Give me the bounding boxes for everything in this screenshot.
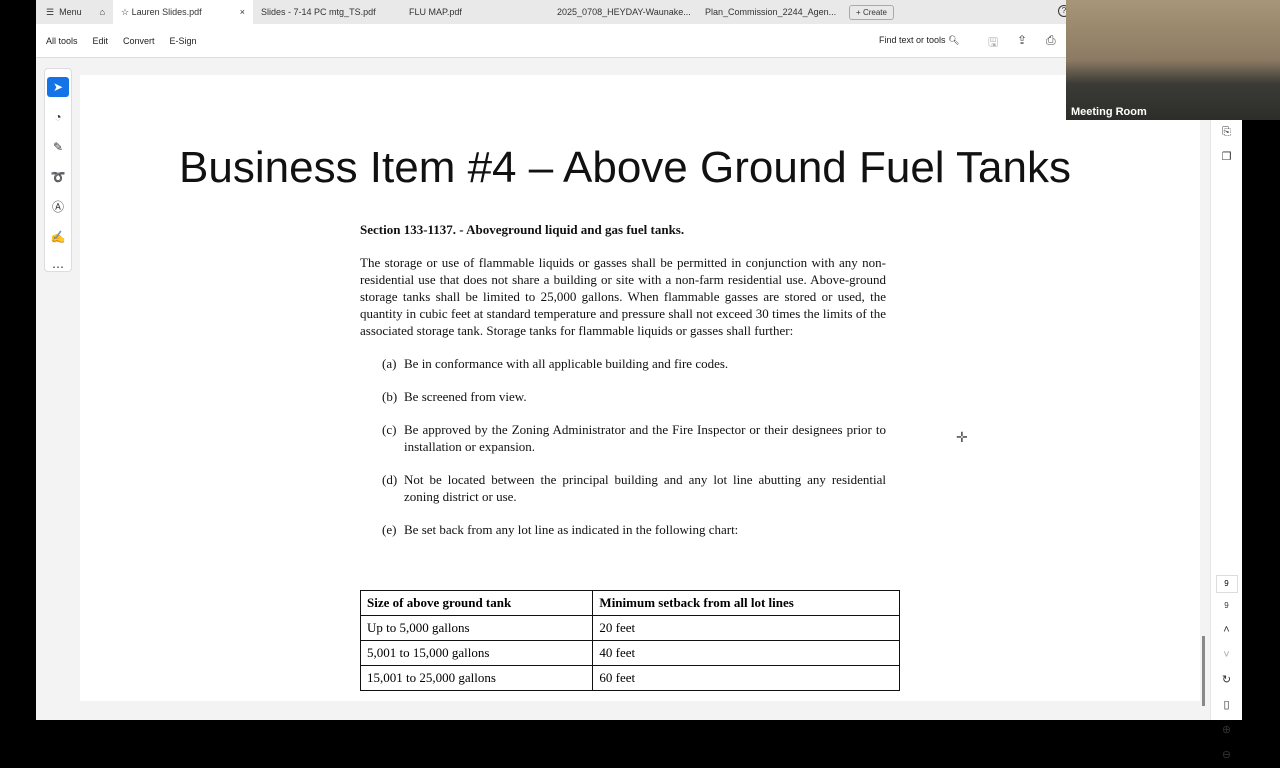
menu-button[interactable]: ☰ Menu [36, 7, 92, 18]
tab-label: 2025_0708_HEYDAY-Waunake... [557, 7, 691, 17]
tab-lauren-slides[interactable]: ☆ Lauren Slides.pdf × [113, 0, 254, 24]
menu-label: Menu [59, 7, 82, 17]
tab-label: Plan_Commission_2244_Agen... [705, 7, 837, 17]
comment-icon[interactable]: ◔ [47, 107, 69, 127]
text-box-icon[interactable]: Ⓐ [47, 197, 69, 217]
tab-label: Slides - 7-14 PC mtg_TS.pdf [261, 7, 376, 17]
item-label: (e) [382, 522, 397, 537]
print-icon[interactable]: ⎙ [1046, 33, 1056, 48]
table-cell: 40 feet [592, 640, 900, 666]
video-label: Meeting Room [1071, 106, 1147, 118]
item-text: Be screened from view. [404, 389, 527, 404]
next-page-icon[interactable]: ˅ [1223, 643, 1229, 668]
column-header: Minimum setback from all lot lines [592, 590, 900, 616]
create-label: Create [862, 7, 887, 17]
table-cell: 15,001 to 25,000 gallons [359, 665, 594, 691]
item-text: Not be located between the principal bui… [404, 472, 886, 504]
list-item: (c) Be approved by the Zoning Administrat… [382, 421, 886, 455]
edit-button[interactable]: Edit [93, 36, 109, 46]
zoom-out-icon[interactable]: ⊖ [1222, 743, 1231, 768]
upload-icon[interactable]: ⇪ [1017, 33, 1027, 47]
table-row: 5,001 to 15,000 gallons 40 feet [359, 640, 900, 666]
page-display-icon[interactable]: ▯ [1223, 693, 1229, 718]
meeting-video-overlay: Meeting Room [1066, 0, 1280, 120]
pen-icon[interactable]: ✎ [47, 137, 69, 157]
pdf-viewer: ☰ Menu ⌂ ☆ Lauren Slides.pdf × Slides - 7-… [36, 0, 1242, 761]
vertical-scrollbar[interactable] [1202, 636, 1205, 706]
table-cell: Up to 5,000 gallons [359, 615, 594, 641]
previous-page-icon[interactable]: ˄ [1223, 618, 1229, 643]
tab-heyday[interactable]: 2025_0708_HEYDAY-Waunake... [549, 0, 697, 24]
plus-icon: + [856, 7, 863, 17]
lasso-icon[interactable]: ➰ [47, 167, 69, 187]
tab-label: Lauren Slides.pdf [131, 6, 202, 17]
slide-title: Business Item #4 – Above Ground Fuel Tan… [179, 143, 1071, 192]
list-item: (b) Be screened from view. [382, 388, 886, 405]
table-header-row: Size of above ground tank Minimum setback… [359, 590, 900, 616]
tab-plan-commission[interactable]: Plan_Commission_2244_Agen... [697, 0, 839, 24]
quick-tools-panel: ➤ ◔ ✎ ➰ Ⓐ ✍ ⋯ [44, 68, 72, 274]
item-text: Be set back from any lot line as indicat… [404, 522, 739, 537]
table-cell: 60 feet [592, 665, 900, 691]
home-icon: ⌂ [99, 7, 106, 17]
esign-button[interactable]: E-Sign [170, 36, 197, 46]
pdf-page: Business Item #4 – Above Ground Fuel Tan… [80, 75, 1200, 701]
move-cursor-icon: ✛ [956, 429, 968, 445]
item-text: Be approved by the Zoning Administrator … [404, 422, 886, 454]
tab-flu-map[interactable]: FLU MAP.pdf [401, 0, 549, 24]
column-header: Size of above ground tank [359, 590, 594, 616]
page-number-input[interactable]: 9 [1215, 575, 1238, 593]
tab-slides-714[interactable]: Slides - 7-14 PC mtg_TS.pdf [253, 0, 401, 24]
item-text: Be in conformance with all applicable bu… [404, 356, 729, 371]
item-label: (c) [382, 422, 397, 437]
table-row: 15,001 to 25,000 gallons 60 feet [359, 665, 900, 691]
list-item: (a) Be in conformance with all applicable… [382, 355, 886, 372]
toolbar: All tools Edit Convert E-Sign Find text … [36, 24, 1242, 58]
list-item: (e) Be set back from any lot line as indi… [382, 521, 886, 538]
all-tools-button[interactable]: All tools [46, 36, 78, 46]
close-icon[interactable]: × [240, 7, 245, 17]
table-cell: 20 feet [592, 615, 900, 641]
list-item: (d) Not be located between the principal … [382, 471, 886, 505]
table-row: Up to 5,000 gallons 20 feet [359, 615, 900, 641]
zoom-in-icon[interactable]: ⊕ [1222, 718, 1231, 743]
section-heading: Section 133-1137. - Aboveground liquid a… [360, 222, 685, 237]
right-panel: ⎘ ❐ 9 9 ˄ ˅ ↻ ▯ ⊕ ⊖ [1210, 120, 1242, 761]
ordinance-text: Section 133-1137. - Aboveground liquid a… [360, 221, 886, 554]
convert-button[interactable]: Convert [123, 36, 155, 46]
table-cell: 5,001 to 15,000 gallons [359, 640, 594, 666]
hamburger-icon: ☰ [46, 6, 55, 17]
item-label: (d) [382, 472, 398, 487]
more-icon[interactable]: ⋯ [47, 257, 69, 277]
section-paragraph: The storage or use of flammable liquids … [360, 255, 886, 338]
item-label: (b) [382, 389, 398, 404]
find-text-button[interactable]: Find text or tools 🔍︎ [879, 35, 959, 46]
tab-label: FLU MAP.pdf [409, 7, 462, 17]
rotate-icon[interactable]: ↻ [1222, 668, 1231, 693]
tab-bar: ☰ Menu ⌂ ☆ Lauren Slides.pdf × Slides - 7-… [36, 0, 1242, 24]
page-total: 9 [1224, 601, 1229, 610]
find-label: Find text or tools [879, 35, 946, 45]
sign-icon[interactable]: ✍ [47, 227, 69, 247]
select-cursor-icon[interactable]: ➤ [47, 77, 69, 97]
pages-icon[interactable]: ❐ [1222, 145, 1232, 170]
create-button[interactable]: + Create [849, 4, 894, 20]
bookmark-icon[interactable]: ⎘ [1222, 120, 1231, 145]
search-icon: 🔍︎ [948, 35, 960, 45]
setback-table: Size of above ground tank Minimum setback… [359, 590, 900, 691]
item-label: (a) [382, 356, 397, 371]
home-button[interactable]: ⌂ [92, 0, 113, 24]
star-icon: ☆ [121, 6, 132, 17]
save-icon[interactable]: 🖫 [988, 33, 998, 54]
